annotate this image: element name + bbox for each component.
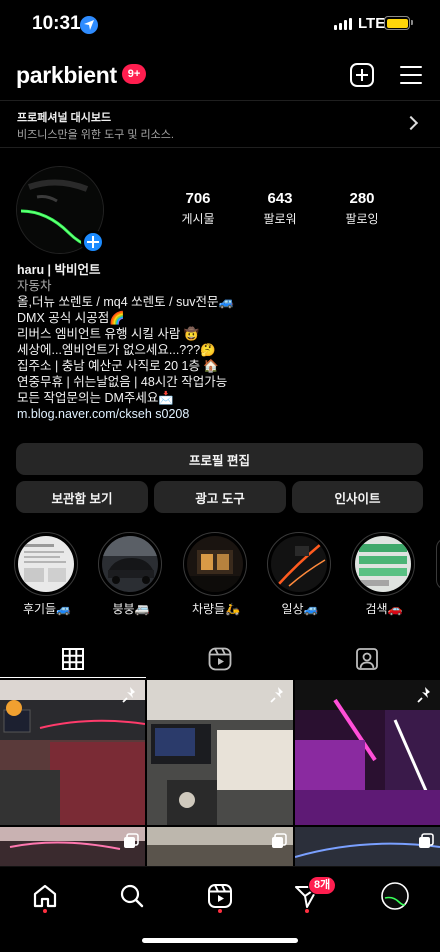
- hamburger-menu-icon[interactable]: [400, 66, 422, 85]
- following-count[interactable]: 280 팔로잉: [327, 190, 397, 227]
- status-time: 10:31: [32, 13, 81, 34]
- highlight-label: 일상🚙: [281, 602, 319, 616]
- profile-header: parkbient 9+: [0, 56, 440, 96]
- profile-category: 자동차: [17, 279, 52, 293]
- post-thumbnail[interactable]: [295, 827, 440, 867]
- highlight-daily[interactable]: 일상🚙: [267, 532, 333, 617]
- tab-grid[interactable]: [0, 640, 146, 678]
- followers-count[interactable]: 643 팔로워: [245, 190, 315, 227]
- add-story-button[interactable]: [81, 230, 105, 254]
- cell-signal-icon: [334, 18, 352, 30]
- profile-link[interactable]: m.blog.naver.com/ckseh s0208: [17, 406, 427, 422]
- highlight-search[interactable]: 검색🚗: [351, 532, 417, 617]
- profile-avatar[interactable]: [380, 881, 410, 911]
- highlight-vehicles[interactable]: 차량들🛵: [183, 532, 249, 617]
- pin-icon: [270, 687, 283, 703]
- post-thumbnail[interactable]: [147, 827, 293, 867]
- highlight-label: 검색🚗: [365, 602, 403, 616]
- profile-username[interactable]: parkbient: [16, 62, 117, 89]
- highlight-thumbnail: [102, 536, 158, 592]
- status-bar: 10:31 LTE: [0, 0, 440, 50]
- pin-icon: [417, 687, 430, 703]
- followers-count-value: 643: [267, 190, 293, 207]
- profile-name: haru | 박비언트: [17, 263, 101, 277]
- posts-count[interactable]: 706 게시물: [163, 190, 233, 227]
- highlight-thumbnail: [187, 536, 243, 592]
- reels-activity-dot: [218, 909, 222, 913]
- highlight-thumbnail: [18, 536, 74, 592]
- notification-badge[interactable]: 9+: [122, 64, 146, 84]
- professional-dashboard[interactable]: 프로페셔널 대시보드 비즈니스만을 위한 도구 및 리소스.: [0, 100, 440, 148]
- chevron-right-icon: [403, 115, 419, 131]
- edit-profile-button[interactable]: 프로필 편집: [16, 443, 423, 475]
- tagged-person-icon: [356, 648, 378, 670]
- dashboard-title: 프로페셔널 대시보드: [17, 112, 112, 124]
- grid-icon: [62, 647, 84, 670]
- archive-button[interactable]: 보관함 보기: [16, 481, 148, 513]
- highlight-boongboong[interactable]: 붕붕🚐: [98, 532, 164, 617]
- highlight-label: 차량들🛵: [191, 602, 241, 616]
- ad-tools-button[interactable]: 광고 도구: [154, 481, 286, 513]
- bio-line: DMX 공식 시공점🌈: [17, 311, 125, 325]
- home-activity-dot: [43, 909, 47, 913]
- highlight-reviews[interactable]: 후기들🚙: [14, 532, 80, 617]
- tab-reels[interactable]: [147, 640, 293, 678]
- highlight-label: 후기들🚙: [22, 602, 72, 616]
- multi-photo-icon: [124, 833, 139, 848]
- reels-icon: [208, 647, 232, 671]
- home-icon[interactable]: [30, 881, 60, 911]
- profile-tabs: [0, 640, 440, 678]
- network-type: LTE: [358, 15, 386, 32]
- insights-button[interactable]: 인사이트: [292, 481, 423, 513]
- profile-bio: haru | 박비언트 자동차 올,더뉴 쏘렌토 / mq4 쏘렌토 / suv…: [17, 262, 427, 422]
- followers-count-label: 팔로워: [263, 212, 297, 226]
- post-thumbnail[interactable]: [147, 680, 293, 825]
- dm-badge: 8개: [308, 876, 337, 895]
- following-count-value: 280: [349, 190, 375, 207]
- bio-line: 연중무휴 | 쉬는날없음 | 48시간 작업가능: [17, 375, 228, 389]
- post-thumbnail[interactable]: [295, 680, 440, 825]
- following-count-label: 팔로잉: [345, 212, 379, 226]
- highlight-label: 붕붕🚐: [112, 602, 150, 616]
- search-icon[interactable]: [117, 881, 147, 911]
- bio-line: 올,더뉴 쏘렌토 / mq4 쏘렌토 / suv전문🚙: [17, 295, 235, 309]
- posts-count-label: 게시물: [181, 212, 215, 226]
- battery-icon: [384, 16, 413, 30]
- multi-photo-icon: [419, 833, 434, 848]
- post-thumbnail[interactable]: [0, 680, 145, 825]
- tab-tagged[interactable]: [294, 640, 440, 678]
- bio-line: 모든 작업문의는 DM주세요📩: [17, 391, 174, 405]
- dashboard-subtitle: 비즈니스만을 위한 도구 및 리소스.: [17, 129, 174, 141]
- plus-square-icon[interactable]: [350, 63, 374, 87]
- post-thumbnail[interactable]: [0, 827, 145, 867]
- posts-count-value: 706: [185, 190, 211, 207]
- pin-icon: [122, 687, 135, 703]
- highlight-partial: [436, 538, 440, 590]
- bio-line: 리버스 엠비언트 유행 시킬 사람 🤠: [17, 327, 200, 341]
- bio-line: 집주소 | 충남 예산군 사직로 20 1층 🏠: [17, 359, 219, 373]
- multi-photo-icon: [272, 833, 287, 848]
- bio-line: 세상에...엠비언트가 없으세요...???🤔: [17, 343, 216, 357]
- dm-activity-dot: [305, 909, 309, 913]
- reels-icon[interactable]: [205, 881, 235, 911]
- home-indicator: [142, 938, 298, 943]
- highlight-thumbnail: [355, 536, 411, 592]
- highlight-thumbnail: [271, 536, 327, 592]
- location-arrow-icon: [80, 16, 98, 34]
